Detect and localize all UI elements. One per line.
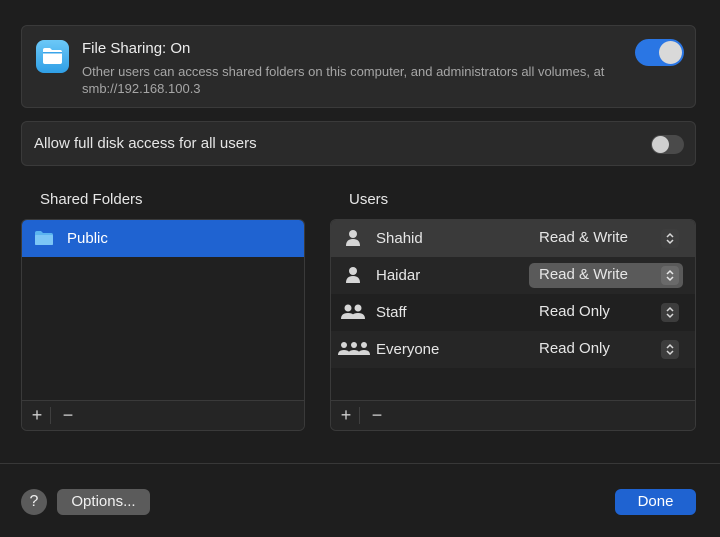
permission-value: Read Only: [539, 303, 610, 320]
permission-popup[interactable]: Read Only: [529, 337, 683, 362]
permission-value: Read & Write: [539, 229, 628, 246]
folder-name: Public: [67, 230, 108, 247]
user-name: Haidar: [376, 267, 421, 284]
chevron-up-down-icon: [661, 340, 679, 359]
permission-value: Read Only: [539, 340, 610, 357]
folder-icon: [34, 230, 54, 250]
file-sharing-title: File Sharing: On: [82, 40, 191, 57]
full-disk-access-label: Allow full disk access for all users: [34, 135, 257, 152]
group-icon: [341, 303, 365, 325]
toggle-knob: [652, 136, 669, 153]
user-row-staff[interactable]: Staff Read Only: [331, 294, 695, 331]
permission-value: Read & Write: [539, 266, 628, 283]
user-name: Staff: [376, 304, 407, 321]
everyone-icon: [338, 340, 370, 362]
person-icon: [345, 229, 361, 251]
folder-row-public[interactable]: Public: [22, 220, 304, 257]
user-name: Everyone: [376, 341, 440, 358]
users-list: Shahid Read & Write Haidar Read & Write …: [330, 219, 696, 431]
permission-popup[interactable]: Read & Write: [529, 263, 683, 288]
person-icon: [345, 266, 361, 288]
chevron-up-down-icon: [661, 266, 679, 285]
file-sharing-description: Other users can access shared folders on…: [82, 64, 605, 96]
user-row-everyone[interactable]: Everyone Read Only: [331, 331, 695, 368]
file-sharing-toggle[interactable]: [635, 39, 684, 66]
footer-separator: [50, 407, 51, 424]
shared-folders-list: Public + −: [21, 219, 305, 431]
bottom-divider: [0, 463, 720, 464]
remove-user-button[interactable]: −: [366, 405, 388, 426]
user-row-shahid[interactable]: Shahid Read & Write: [331, 220, 695, 257]
options-button[interactable]: Options...: [57, 489, 150, 515]
chevron-up-down-icon: [661, 229, 679, 248]
folders-list-footer: + −: [22, 400, 304, 430]
toggle-knob: [659, 41, 682, 64]
folder-app-icon: [36, 40, 69, 73]
full-disk-access-panel: Allow full disk access for all users: [21, 121, 696, 166]
user-name: Shahid: [376, 230, 423, 247]
add-folder-button[interactable]: +: [26, 405, 48, 426]
add-user-button[interactable]: +: [335, 405, 357, 426]
chevron-up-down-icon: [661, 303, 679, 322]
help-button[interactable]: ?: [21, 489, 47, 515]
done-button[interactable]: Done: [615, 489, 696, 515]
full-disk-access-toggle[interactable]: [651, 135, 684, 154]
users-title: Users: [349, 191, 389, 208]
footer-separator: [359, 407, 360, 424]
permission-popup[interactable]: Read & Write: [529, 226, 683, 251]
shared-folders-title: Shared Folders: [40, 191, 143, 208]
remove-folder-button[interactable]: −: [57, 405, 79, 426]
permission-popup[interactable]: Read Only: [529, 300, 683, 325]
users-list-footer: + −: [331, 400, 695, 430]
file-sharing-panel: File Sharing: On Other users can access …: [21, 25, 696, 108]
user-row-haidar[interactable]: Haidar Read & Write: [331, 257, 695, 294]
